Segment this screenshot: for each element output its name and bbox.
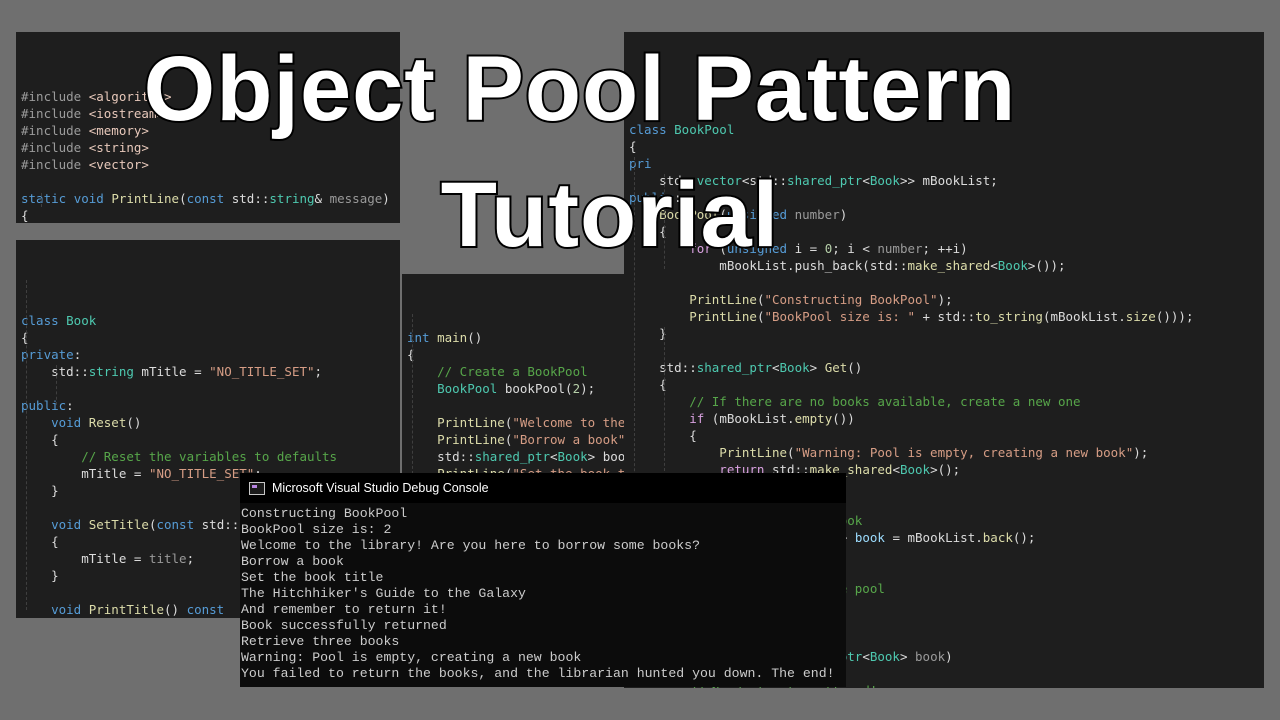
code-line: PrintLine("Warning: Pool is empty, creat… <box>629 445 1149 460</box>
code-line: std::shared_ptr<Book> boo <box>407 449 626 464</box>
code-line: void Reset() <box>21 415 142 430</box>
code-line: PrintLine("Borrow a book" <box>407 432 626 447</box>
console-output-line: Retrieve three books <box>241 634 400 649</box>
code-line: class Book <box>21 313 97 328</box>
code-line: { <box>21 330 29 345</box>
console-output-line: You failed to return the books, and the … <box>241 666 835 681</box>
console-output-line: BookPool size is: 2 <box>241 522 392 537</box>
console-output-line: The Hitchhiker's Guide to the Galaxy <box>241 586 526 601</box>
tutorial-title-line-2: Tutorial <box>439 162 781 268</box>
code-line: // Create a BookPool <box>407 364 588 379</box>
code-line: { <box>407 347 415 362</box>
code-line: private: <box>21 347 82 362</box>
tutorial-title-line-1: Object Pool Pattern <box>142 36 1018 142</box>
console-output-line: Borrow a book <box>241 554 344 569</box>
code-line: { <box>629 428 697 443</box>
console-output-line: And remember to return it! <box>241 602 447 617</box>
console-output-line: Warning: Pool is empty, creating a new b… <box>241 650 582 665</box>
console-window-title: Microsoft Visual Studio Debug Console <box>272 481 489 495</box>
code-line: std::shared_ptr<Book> Get() <box>629 360 863 375</box>
code-line: BookPool bookPool(2); <box>407 381 596 396</box>
code-line: int main() <box>407 330 483 345</box>
code-line: public: <box>21 398 74 413</box>
code-panel-main: int main() { // Create a BookPool BookPoo… <box>402 274 642 474</box>
indent-guide <box>26 280 27 610</box>
code-line: PrintLine("Constructing BookPool"); <box>629 292 953 307</box>
indent-guide <box>56 365 57 405</box>
code-line: { <box>629 377 667 392</box>
console-output-line: Set the book title <box>241 570 384 585</box>
code-line: PrintLine("Welcome to the <box>407 415 626 430</box>
code-line: PrintLine("BookPool size is: " + std::to… <box>629 309 1194 324</box>
code-line: // If there are no books available, crea… <box>629 394 1081 409</box>
console-titlebar[interactable]: Microsoft Visual Studio Debug Console <box>240 473 846 503</box>
code-line: if (mBookList.empty()) <box>629 411 855 426</box>
console-output-line: Constructing BookPool <box>241 506 408 521</box>
code-lines: int main() { // Create a BookPool BookPoo… <box>407 329 642 474</box>
console-output-line: Book successfully returned <box>241 618 447 633</box>
console-output-line: Welcome to the library! Are you here to … <box>241 538 700 553</box>
console-output: Constructing BookPool BookPool size is: 2… <box>240 503 846 682</box>
console-app-icon <box>249 481 265 495</box>
code-line: { <box>21 432 59 447</box>
code-line: // Reset the variables to defaults <box>21 449 338 464</box>
code-line: std::string mTitle = "NO_TITLE_SET"; <box>21 364 323 379</box>
indent-guide <box>412 314 413 474</box>
code-line: } <box>629 326 667 341</box>
debug-console-window[interactable]: Microsoft Visual Studio Debug Console Co… <box>240 473 846 687</box>
